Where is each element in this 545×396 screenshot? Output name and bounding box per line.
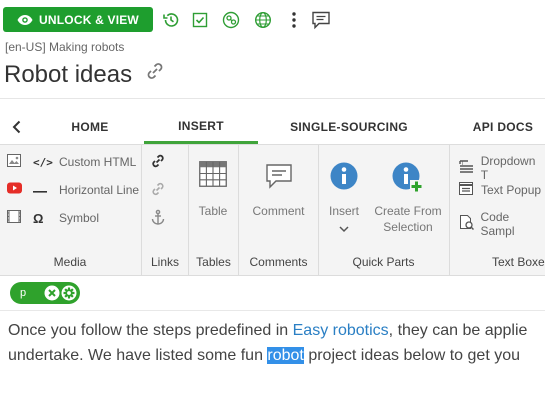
selected-text[interactable]: robot (267, 347, 304, 364)
image-icon (7, 154, 23, 170)
more-vertical-icon[interactable] (284, 10, 304, 30)
custom-html-button[interactable]: </> Custom HTML (7, 154, 136, 170)
tab-insert[interactable]: INSERT (144, 110, 258, 144)
symbol-button[interactable]: Ω Symbol (7, 210, 99, 226)
svg-text:T: T (461, 161, 464, 167)
divider (0, 275, 545, 276)
editor-content[interactable]: Once you follow the steps predefined in … (8, 318, 545, 368)
page-title-row: Robot ideas (4, 60, 166, 89)
code-sample-icon (459, 215, 480, 233)
code-icon: </> (33, 155, 53, 169)
tab-api-docs[interactable]: API DOCS (458, 110, 545, 144)
element-tag-pill: p (10, 282, 80, 304)
tab-home[interactable]: HOME (52, 110, 128, 144)
ribbon-panel: </> Custom HTML Horizontal Line Ω Symbol… (0, 145, 545, 275)
omega-icon: Ω (33, 210, 44, 226)
tabs-scroll-left-icon[interactable] (8, 110, 26, 144)
media-group-label: Media (53, 255, 87, 269)
insert-link-icon[interactable] (150, 153, 166, 169)
breadcrumb: [en-US] Making robots (5, 40, 125, 54)
dropdown-text-label: Dropdown T (480, 154, 536, 182)
dropdown-text-icon: T (459, 159, 481, 177)
code-sample-label: Code Sampl (480, 210, 515, 238)
easy-robotics-link[interactable]: Easy robotics (293, 322, 389, 339)
tab-single-sourcing[interactable]: SINGLE-SOURCING (278, 110, 420, 144)
dropdown-text-button[interactable]: T Dropdown T (459, 154, 545, 182)
checkbox-icon[interactable] (190, 10, 210, 30)
text-popup-icon (459, 182, 481, 198)
insert-label: Insert (328, 204, 359, 218)
quick-parts-group-label: Quick Parts (352, 255, 415, 269)
text-boxes-group-label: Text Boxe (492, 255, 545, 269)
link-icon[interactable] (144, 60, 166, 89)
tag-settings-icon[interactable] (61, 285, 77, 301)
divider (0, 98, 545, 99)
info-icon (330, 162, 358, 193)
symbol-label: Symbol (59, 211, 100, 225)
divider (0, 310, 545, 311)
paragraph-line: Once you follow the steps predefined in … (8, 322, 528, 339)
code-sample-button[interactable]: Code Sampl (459, 210, 545, 238)
custom-html-label: Custom HTML (59, 155, 137, 169)
unlock-view-button[interactable]: UNLOCK & VIEW (3, 7, 153, 32)
horizontal-line-icon (33, 183, 55, 197)
remove-link-icon[interactable] (150, 181, 166, 197)
links-group-label: Links (150, 255, 179, 269)
remove-tag-icon[interactable] (44, 285, 60, 301)
comment-button[interactable]: Comment (239, 163, 318, 218)
text-popup-label: Text Popup (481, 183, 542, 197)
paragraph-line: undertake. We have listed some fun robot… (8, 347, 521, 364)
anchor-icon[interactable] (150, 209, 166, 225)
comments-group-label: Comments (249, 255, 308, 269)
table-icon (199, 161, 227, 190)
horizontal-line-label: Horizontal Line (59, 182, 140, 197)
history-icon[interactable] (161, 10, 181, 30)
comment-label: Comment (252, 204, 305, 218)
globe-icon[interactable] (253, 10, 273, 30)
unlock-view-label: UNLOCK & VIEW (39, 12, 139, 27)
create-from-selection-button[interactable]: Create From Selection (371, 162, 445, 235)
eye-icon (17, 14, 33, 26)
page-title: Robot ideas (4, 60, 133, 88)
group-separator (449, 145, 450, 275)
info-add-icon (392, 162, 424, 197)
insert-quick-part-button[interactable]: Insert (322, 162, 366, 236)
workflow-icon[interactable] (221, 10, 241, 30)
tag-name[interactable]: p (20, 287, 38, 299)
create-from-selection-label: Create From Selection (374, 204, 442, 234)
video-icon (7, 210, 23, 226)
comment-icon (265, 163, 293, 192)
chevron-down-icon (339, 222, 349, 236)
text-popup-button[interactable]: Text Popup (459, 182, 541, 198)
horizontal-line-button[interactable]: Horizontal Line (7, 182, 139, 197)
table-label: Table (198, 204, 228, 218)
comment-icon[interactable] (311, 10, 331, 30)
tables-group-label: Tables (196, 255, 231, 269)
ribbon-tabs: HOME INSERT SINGLE-SOURCING API DOCS (0, 110, 545, 144)
youtube-icon (7, 182, 23, 197)
table-button[interactable]: Table (189, 161, 237, 218)
